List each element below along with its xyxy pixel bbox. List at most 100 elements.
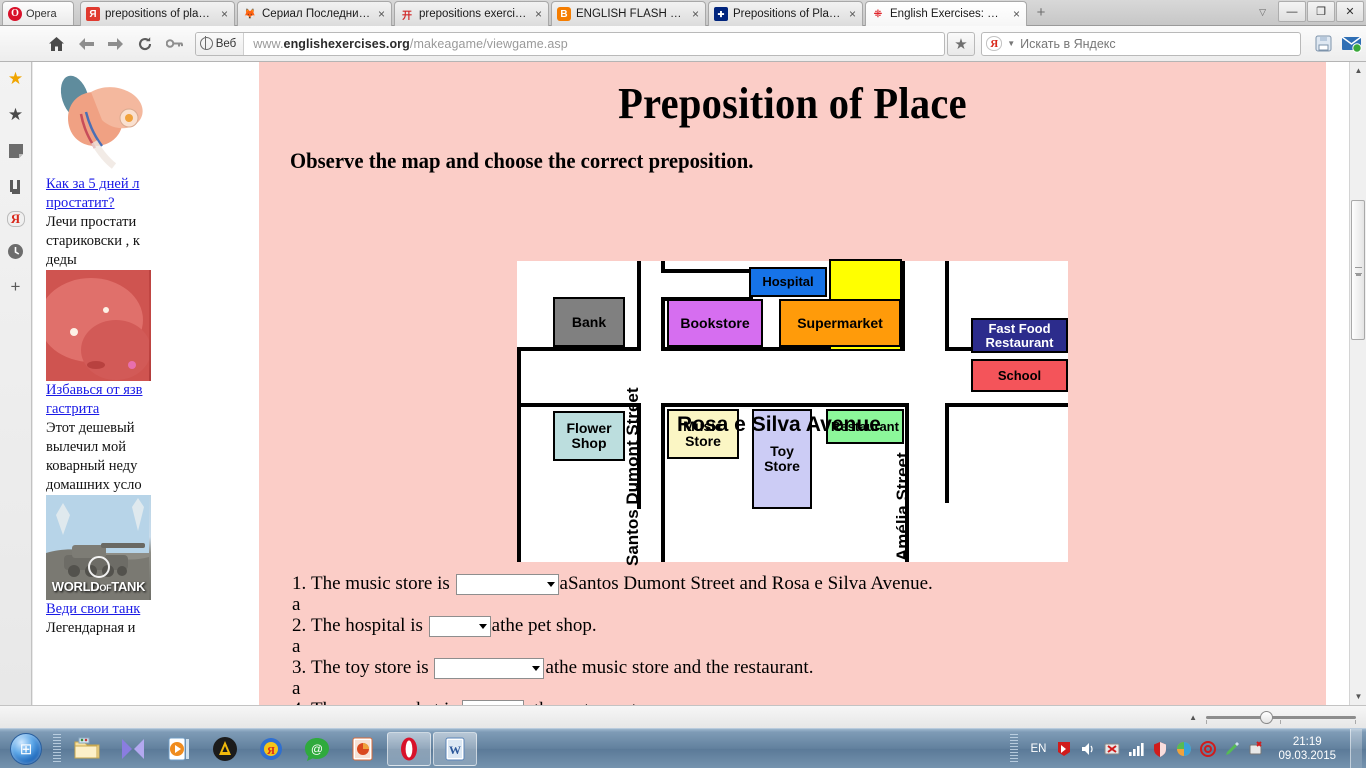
question-row-2: 2. The hospital is athe pet shop. [292, 615, 1292, 637]
forward-arrow-icon[interactable] [101, 30, 130, 58]
bookmark-star-icon[interactable]: ★ [946, 31, 976, 56]
tab-close-icon[interactable]: × [376, 8, 387, 20]
page-vertical-scrollbar[interactable]: ▲ ▼ [1349, 62, 1366, 705]
question-text-before: The toy store is [311, 657, 429, 678]
minimize-button[interactable]: — [1278, 1, 1306, 22]
taskbar-item-player-orange[interactable] [157, 732, 201, 766]
ad-link-2[interactable]: Избавься от язв [46, 381, 151, 400]
taskbar-item-yandex-punto[interactable]: Я [249, 732, 293, 766]
mail-icon[interactable] [1338, 30, 1366, 58]
close-button[interactable]: ✕ [1336, 1, 1364, 22]
page-subtitle: Observe the map and choose the correct p… [290, 148, 754, 173]
collapse-arrow-icon[interactable]: ▲ [1189, 713, 1197, 722]
tab-3[interactable]: B ENGLISH FLASH GAME... × [551, 1, 706, 26]
ad-link-1b[interactable]: простатит? [46, 194, 151, 213]
red-dots-icon: ⁜ [873, 8, 883, 20]
chevron-down-icon [532, 665, 541, 671]
language-indicator[interactable]: EN [1028, 743, 1048, 755]
ad-image-world-of-tanks[interactable]: WORLDOFTANK [46, 495, 151, 600]
tab-1[interactable]: 🦊 Сериал Последний из... × [237, 1, 392, 26]
svg-text:@: @ [311, 742, 323, 756]
page-viewport: Как за 5 дней л простатит? Лечи простати… [33, 62, 1349, 705]
ad-link-2b[interactable]: гастрита [46, 400, 151, 419]
yandex-panel-icon[interactable]: Я [6, 211, 25, 227]
volume-icon[interactable] [1079, 740, 1096, 757]
tab-0[interactable]: Я prepositions of place в ... × [80, 1, 235, 26]
signal-bars-icon[interactable] [1127, 740, 1144, 757]
home-icon[interactable] [42, 30, 71, 58]
building-label: School [997, 367, 1042, 383]
zoom-slider[interactable] [1206, 711, 1356, 724]
globe-icon [199, 36, 213, 50]
new-tab-button[interactable]: + [1033, 5, 1049, 21]
tray-grip[interactable] [1010, 733, 1019, 764]
kaspersky-icon[interactable] [1055, 740, 1072, 757]
back-arrow-icon[interactable] [71, 30, 100, 58]
status-bar: ▲ [0, 705, 1366, 728]
ad-image-medical-1[interactable] [46, 62, 151, 175]
add-panel-icon[interactable]: + [4, 275, 28, 299]
tab-title: prepositions of place в ... [105, 8, 214, 20]
taskbar-clock[interactable]: 21:19 09.03.2015 [1271, 735, 1343, 763]
ad-link-1[interactable]: Как за 5 дней л [46, 175, 151, 194]
tab-close-icon[interactable]: × [1011, 8, 1022, 20]
question-number: 3. [292, 657, 307, 678]
show-desktop-button[interactable] [1350, 728, 1362, 769]
start-button[interactable]: ⊞ [2, 731, 50, 767]
history-clock-icon[interactable] [4, 239, 28, 263]
taskbar-item-avs[interactable] [203, 732, 247, 766]
toolbar-grip[interactable] [53, 733, 61, 764]
ad-link-3[interactable]: Веди свои танк [46, 600, 151, 619]
building-label: Supermarket [797, 314, 883, 331]
taskbar-item-word[interactable]: W [433, 731, 477, 766]
url-prefix: www. [253, 36, 284, 51]
opera-menu-button[interactable]: O Opera [2, 1, 74, 25]
clock-time: 21:19 [1292, 735, 1322, 748]
scroll-down-arrow-icon[interactable]: ▼ [1350, 688, 1366, 705]
tab-close-icon[interactable]: × [219, 8, 230, 20]
ball-icon[interactable] [1175, 740, 1192, 757]
tab-title: English Exercises: Prep... [890, 8, 1006, 20]
bookmarks-star-filled-icon[interactable]: ★ [4, 67, 28, 91]
taskbar-item-explorer[interactable] [65, 732, 109, 766]
search-input[interactable]: Я ▼ Искать в Яндекс [981, 31, 1302, 56]
ad-image-medical-2[interactable] [46, 270, 151, 381]
tab-title: ENGLISH FLASH GAME... [576, 8, 685, 20]
network-error-icon[interactable] [1103, 740, 1120, 757]
scroll-up-arrow-icon[interactable]: ▲ [1350, 62, 1366, 79]
security-shield-icon[interactable] [1151, 740, 1168, 757]
tab-2[interactable]: 开 prepositions exercises × [394, 1, 549, 26]
taskbar-item-powerpoint[interactable] [341, 732, 385, 766]
tab-close-icon[interactable]: × [847, 8, 858, 20]
scrollbar-thumb[interactable] [1351, 200, 1365, 340]
building-label: Flower Shop [566, 420, 612, 451]
tab-4[interactable]: ✚ Prepositions of Place - ... × [708, 1, 863, 26]
bookmarks-star-icon[interactable]: ★ [4, 103, 28, 127]
tab-5-active[interactable]: ⁜ English Exercises: Prep... × [865, 1, 1027, 26]
chevron-down-icon[interactable]: ▼ [1007, 39, 1015, 48]
tab-list-chevron-down-icon[interactable]: ▽ [1259, 7, 1266, 18]
taskbar-item-opera[interactable] [387, 731, 431, 766]
target-icon[interactable] [1199, 740, 1216, 757]
key-icon[interactable] [159, 30, 188, 58]
restore-button[interactable]: ❐ [1307, 1, 1335, 22]
address-bar[interactable]: Веб www.englishexercises.org/makeagame/v… [194, 31, 945, 56]
downloads-icon[interactable] [4, 175, 28, 199]
remove-device-icon[interactable] [1247, 740, 1264, 757]
road-segment [661, 403, 665, 562]
preposition-select-1[interactable] [455, 573, 559, 595]
zoom-knob[interactable] [1260, 711, 1273, 724]
pen-icon[interactable] [1223, 740, 1240, 757]
save-icon[interactable] [1309, 30, 1337, 58]
taskbar-item-media-player[interactable] [111, 732, 155, 766]
tab-close-icon[interactable]: × [533, 8, 544, 20]
chevron-down-icon [478, 623, 487, 629]
taskbar-item-agent[interactable]: @ [295, 732, 339, 766]
preposition-select-3[interactable] [434, 657, 545, 679]
ad-body-line: Лечи простати [46, 214, 137, 230]
question-text-before: The music store is [311, 573, 450, 594]
notes-icon[interactable] [4, 139, 28, 163]
tab-close-icon[interactable]: × [690, 8, 701, 20]
reload-icon[interactable] [130, 30, 159, 58]
preposition-select-2[interactable] [428, 615, 491, 637]
